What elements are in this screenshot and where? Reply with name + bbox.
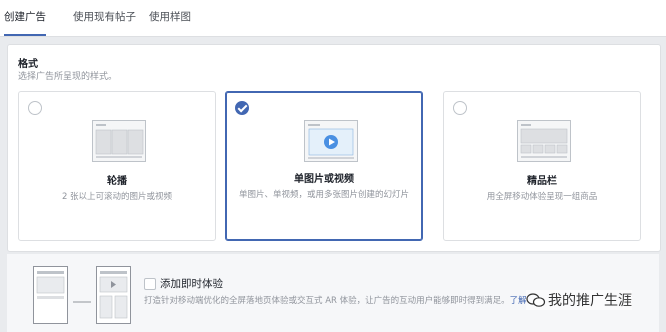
instant-experience-icon: [33, 266, 131, 324]
format-option-single-image-video[interactable]: 单图片或视频 单图片、单视频，或用多张图片创建的幻灯片: [225, 91, 423, 241]
format-option-description: 单图片、单视频，或用多张图片创建的幻灯片: [238, 190, 409, 200]
format-option-carousel[interactable]: 轮播 2 张以上可滚动的图片或视频: [18, 91, 216, 241]
format-panel: 格式 选择广告所呈现的样式。 轮播 2 张以上可滚动的图片或视频 单图片或视频 …: [7, 44, 661, 252]
tab-create-ad[interactable]: 创建广告: [4, 0, 46, 36]
add-instant-experience-checkbox[interactable]: [144, 278, 156, 290]
format-option-collection[interactable]: 精品栏 用全屏移动体验呈现一组商品: [443, 91, 641, 241]
instant-experience-title: 添加即时体验: [160, 278, 223, 290]
radio-button[interactable]: [28, 101, 42, 115]
collection-icon: [517, 120, 571, 162]
carousel-icon: [92, 120, 146, 162]
radio-button-checked[interactable]: [235, 101, 249, 115]
watermark: 我的推广生涯: [526, 290, 632, 310]
format-option-description: 用全屏移动体验呈现一组商品: [486, 192, 598, 202]
format-title: 格式: [18, 59, 38, 70]
radio-button[interactable]: [453, 101, 467, 115]
wechat-icon: [526, 293, 546, 307]
instant-experience-description: 打造针对移动端优化的全屏落地页体验或交互式 AR 体验，让广告的互动用户能够即时…: [144, 294, 527, 306]
format-subtitle: 选择广告所呈现的样式。: [18, 72, 118, 82]
learn-more-link[interactable]: 了解: [510, 296, 527, 306]
watermark-text: 我的推广生涯: [548, 293, 632, 309]
single-media-icon: [304, 120, 358, 162]
tab-use-existing-post[interactable]: 使用现有帖子: [73, 0, 136, 34]
tab-use-mockup[interactable]: 使用样图: [149, 0, 191, 34]
format-option-title: 精品栏: [527, 176, 557, 187]
format-option-description: 2 张以上可滚动的图片或视频: [61, 192, 173, 202]
format-option-title: 单图片或视频: [294, 174, 354, 185]
tab-bar: 创建广告 使用现有帖子 使用样图: [0, 0, 666, 37]
format-option-title: 轮播: [107, 176, 127, 187]
description-text: 打造针对移动端优化的全屏落地页体验或交互式 AR 体验，让广告的互动用户能够即时…: [144, 296, 510, 306]
